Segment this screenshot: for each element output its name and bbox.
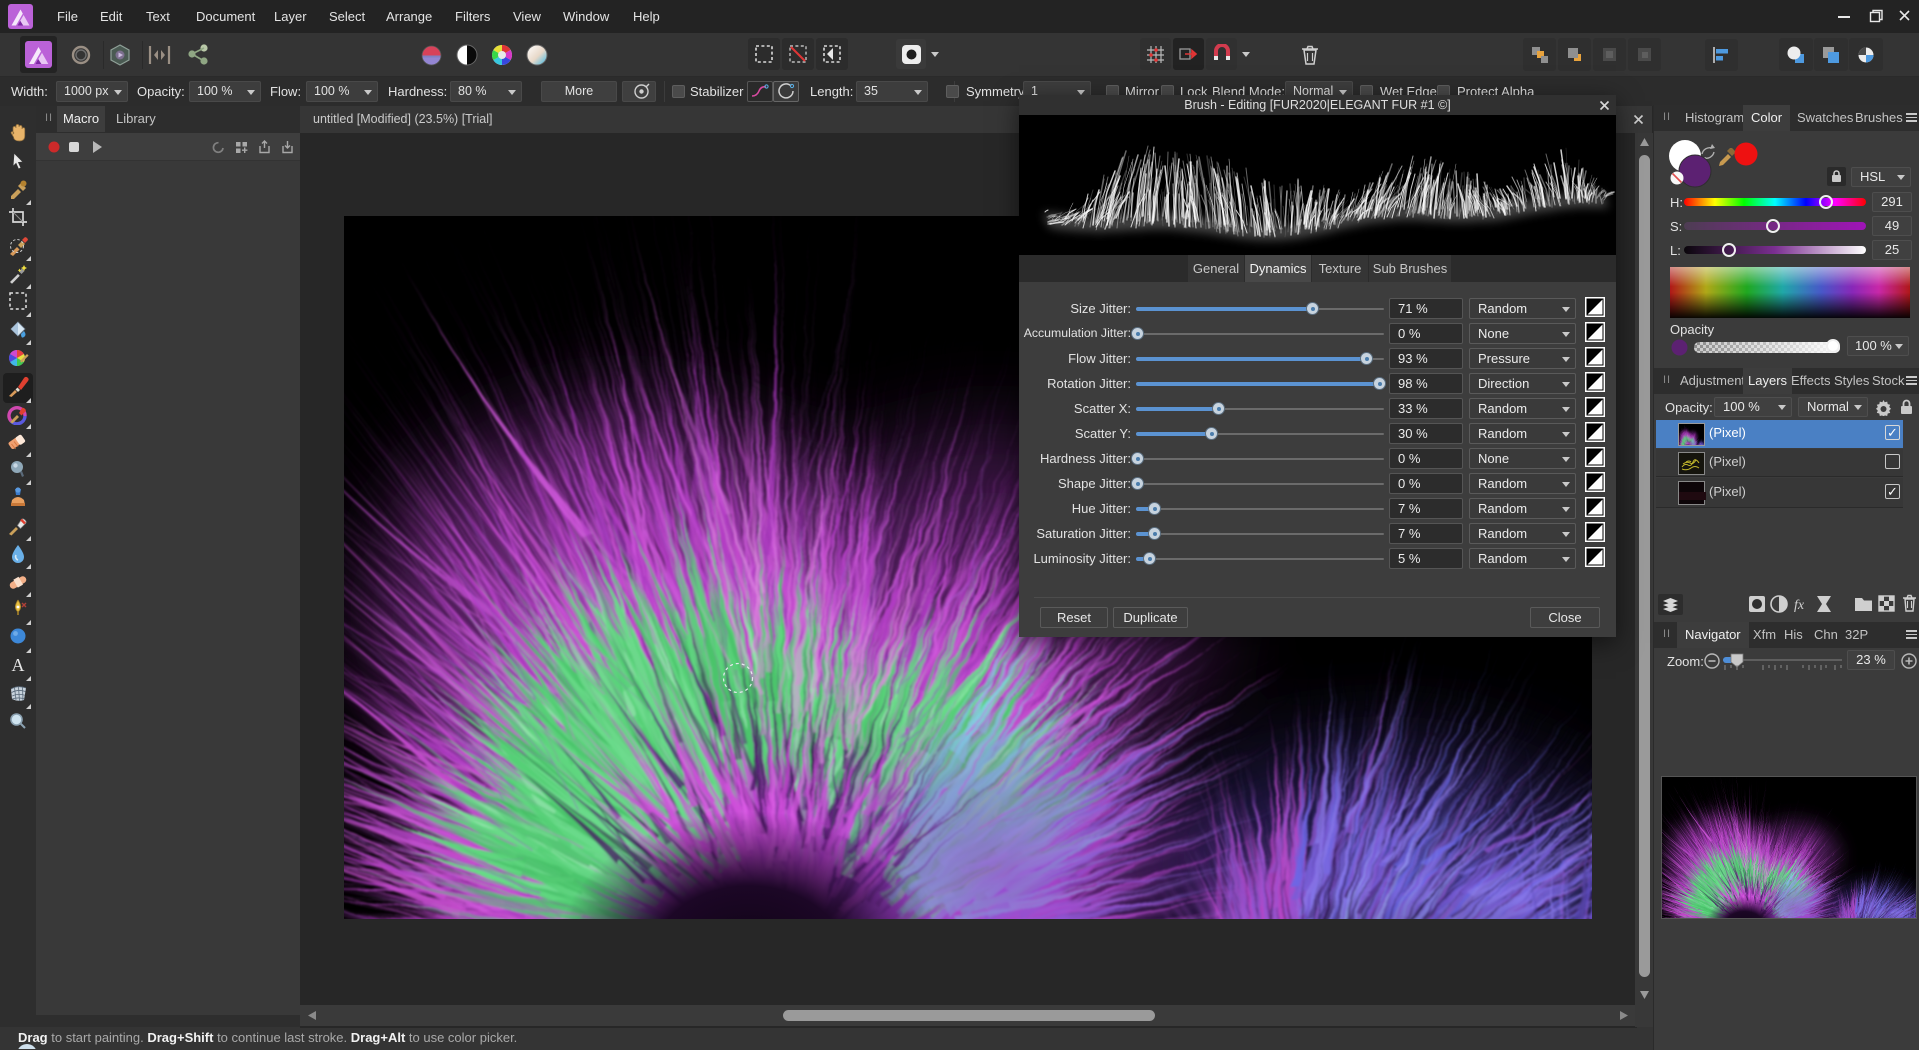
- svg-text:A: A: [12, 655, 25, 675]
- svg-text:fx: fx: [1794, 598, 1805, 613]
